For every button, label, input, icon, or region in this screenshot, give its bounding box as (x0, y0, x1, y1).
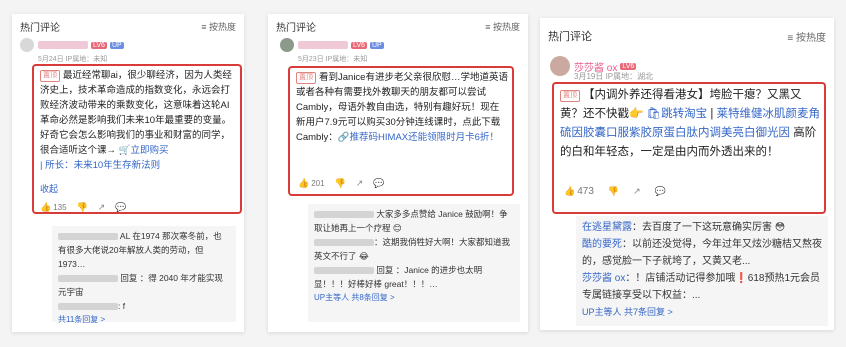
sort-by-popularity-button[interactable]: ≡ 按热度 (201, 20, 236, 33)
comment-actions: 👍 201 👎 ↗ 💬 (298, 178, 385, 189)
course-link[interactable]: | 所长：未来10年生存新法则 (40, 160, 160, 171)
comments-title: 热门评论 (20, 22, 60, 34)
level-badge: LV6 (91, 41, 107, 49)
promo-link[interactable]: 🔗推荐码HIMAX还能领限时月卡6折！ (338, 132, 499, 143)
reply-button[interactable]: 💬 (115, 202, 126, 213)
comment-meta: 5月24日 IP属地：未知 (38, 56, 108, 63)
taobao-link[interactable]: 🛍跳转淘宝 (647, 108, 708, 120)
reply-author[interactable] (58, 303, 118, 311)
reply-item: 大家多多点赞给 Janice 鼓励啊！争取让她再上一个疗程 😊 (314, 209, 508, 233)
reply-item: 酷的要死：以前还没觉得，今年过年又炫沙糖桔又熬夜的，感觉脸一下子就垮了，又黄又老… (582, 239, 822, 267)
reply-author[interactable]: 酷的要死 (582, 239, 622, 250)
thumbs-up-icon: 👍 (564, 186, 576, 196)
comment-panel-2: 热门评论 ≡ 按热度 LV6 UP 5月23日 IP属地：未知 置顶 看到Jani… (268, 14, 528, 332)
reply-author[interactable] (58, 275, 118, 283)
dislike-button[interactable]: 👎 (608, 186, 619, 197)
pinned-tag: 置顶 (296, 72, 316, 84)
level-badge: LV6 (351, 41, 367, 49)
more-replies-link[interactable]: UP主等人 共8条回复 > (314, 291, 514, 305)
sort-by-popularity-button[interactable]: ≡ 按热度 (485, 20, 520, 33)
reply-author[interactable]: 莎莎酱 ox (582, 273, 625, 284)
avatar[interactable] (550, 56, 570, 76)
comment-panel-3: 热门评论 ≡ 按热度 莎莎酱 ox LV6 3月19日 IP属地：湖北 置顶 【内… (540, 18, 834, 330)
like-button[interactable]: 👍 135 (40, 202, 67, 213)
buy-link[interactable]: 🛒立即购买 (119, 145, 169, 156)
thumbs-down-icon: 👎 (607, 186, 620, 196)
reply-list: 在逃星黛露：去百度了一下这玩意确实厉害 😳 酷的要死：以前还没觉得，今年过年又炫… (576, 216, 828, 326)
comments-header: 热门评论 ≡ 按热度 (548, 28, 826, 44)
reply-list: AL 在1974 那次寒冬前，也有很多大佬说20年解放人类的劳动，但1973… … (52, 226, 236, 324)
share-button[interactable]: ↗ (633, 186, 641, 197)
comment-meta: 3月19日 IP属地：湖北 (574, 72, 654, 81)
share-icon: ↗ (355, 178, 364, 188)
collapse-button[interactable]: 收起 (40, 182, 58, 197)
reply-item: : f (58, 299, 230, 313)
reply-button[interactable]: 💬 (655, 186, 666, 197)
reply-author[interactable] (314, 211, 374, 219)
more-replies-link[interactable]: 共11条回复 > (58, 313, 230, 327)
reply-author[interactable]: 在逃星黛露 (582, 222, 632, 233)
reply-item: AL 在1974 那次寒冬前，也有很多大佬说20年解放人类的劳动，但1973… (58, 231, 222, 269)
username[interactable] (38, 41, 88, 49)
thumbs-up-icon: 👍 (40, 202, 52, 212)
comment-panel-1: 热门评论 ≡ 按热度 LV6 UP 5月24日 IP属地：未知 置顶 最近经常聊a… (12, 14, 244, 332)
reply-item: ：这期我俏牲好大啊！大家都知道我英文不行了 😂 (314, 237, 511, 261)
share-icon: ↗ (633, 186, 641, 196)
reply-icon: 💬 (115, 202, 127, 212)
reply-icon: 💬 (654, 186, 666, 196)
thumbs-up-icon: 👍 (298, 178, 310, 188)
reply-author[interactable] (314, 239, 374, 247)
thumbs-down-icon: 👎 (334, 178, 346, 188)
pinned-tag: 置顶 (560, 90, 580, 102)
pinned-comment: 置顶 看到Janice有进步老父亲很欣慰…学地道英语或者各种有需要找外教聊天的朋友… (296, 70, 508, 145)
comments-header: 热门评论 ≡ 按热度 (20, 18, 236, 34)
reply-author[interactable] (58, 233, 118, 241)
comments-header: 热门评论 ≡ 按热度 (276, 18, 520, 34)
like-button[interactable]: 👍 473 (564, 186, 594, 197)
reply-item: 在逃星黛露：去百度了一下这玩意确实厉害 😳 (582, 222, 786, 233)
cart-icon: 🛒 (118, 145, 131, 156)
comment-text: 最近经常聊ai，很少聊经济，因为人类经济史上，技术革命造成的指数变化，永远会打败… (40, 70, 232, 156)
reply-item: 回复 ：Janice 的进步也太明显！！！好棒好棒 great！！！… (314, 265, 483, 289)
comment-actions: 👍 473 👎 ↗ 💬 (564, 186, 666, 197)
comment-author[interactable]: LV6 UP (280, 38, 384, 52)
dislike-button[interactable]: 👎 (77, 202, 88, 213)
thumbs-down-icon: 👎 (76, 202, 88, 212)
comments-title: 热门评论 (548, 31, 592, 43)
comment-meta: 5月23日 IP属地：未知 (298, 56, 368, 63)
reply-icon: 💬 (373, 178, 385, 188)
comment-author[interactable]: LV6 UP (20, 38, 124, 52)
more-replies-link[interactable]: UP主等人 共7条回复 > (582, 304, 822, 321)
share-icon: ↗ (97, 202, 106, 212)
dislike-button[interactable]: 👎 (335, 178, 346, 189)
taobao-icon: 🛍 (646, 108, 662, 120)
pinned-comment: 置顶 【内调外养还得看港女】垮脸干瘪？又黑又黄？还不快戳👉 🛍跳转淘宝 | 莱特维… (560, 89, 821, 158)
avatar[interactable] (280, 38, 294, 52)
username[interactable] (298, 41, 348, 49)
reply-author[interactable] (314, 267, 374, 275)
reply-button[interactable]: 💬 (373, 178, 384, 189)
link-icon: 🔗 (337, 132, 350, 143)
up-badge: UP (369, 41, 384, 49)
pinned-tag: 置顶 (40, 70, 60, 82)
reply-list: 大家多多点赞给 Janice 鼓励啊！争取让她再上一个疗程 😊 ：这期我俏牲好大… (308, 204, 520, 322)
up-badge: UP (109, 41, 124, 49)
share-button[interactable]: ↗ (98, 202, 106, 213)
pinned-comment: 置顶 最近经常聊ai，很少聊经济，因为人类经济史上，技术革命造成的指数变化，永远会… (40, 68, 238, 173)
share-button[interactable]: ↗ (356, 178, 364, 189)
sort-by-popularity-button[interactable]: ≡ 按热度 (787, 29, 826, 44)
reply-item: 莎莎酱 ox：！店铺活动记得参加哦❗618预热1元会员专属链接享受以下权益：..… (582, 273, 821, 301)
like-button[interactable]: 👍 201 (298, 178, 325, 189)
reply-item: 回复 ：得 2040 年才能实现元宇宙 (58, 273, 223, 297)
level-badge: LV6 (620, 62, 637, 70)
comments-title: 热门评论 (276, 22, 316, 34)
comment-actions: 👍 135 👎 ↗ 💬 (40, 202, 127, 213)
avatar[interactable] (20, 38, 34, 52)
